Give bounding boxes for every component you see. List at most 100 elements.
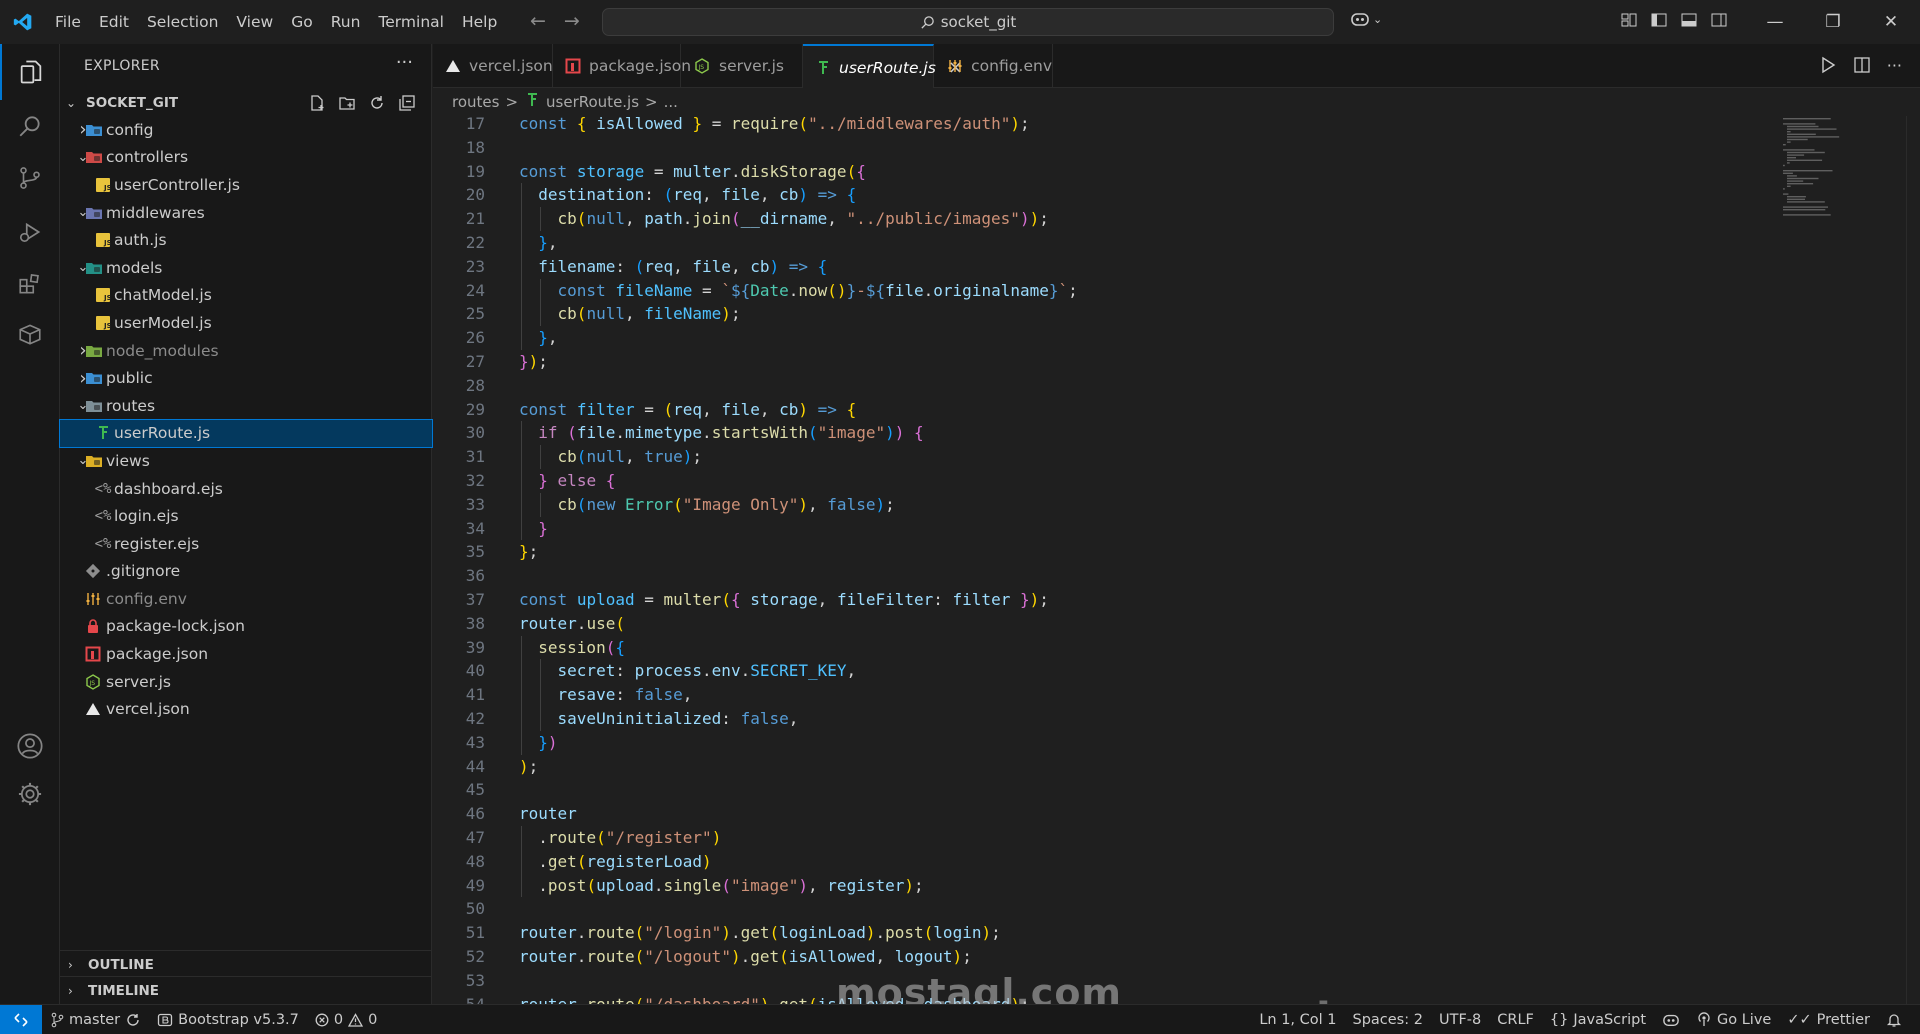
code-line[interactable]: .get(registerLoad) <box>519 850 711 874</box>
code-line[interactable]: cb(null, true); <box>519 445 703 469</box>
code-line[interactable]: router.route("/login").get(loginLoad).po… <box>519 921 1001 945</box>
forward-arrow-icon[interactable]: → <box>564 10 580 32</box>
remote-indicator-icon[interactable] <box>0 1004 42 1034</box>
end-of-line[interactable]: CRLF <box>1489 1012 1542 1028</box>
command-center-search[interactable]: socket_git <box>602 8 1334 36</box>
breadcrumb-folder[interactable]: routes <box>452 93 499 111</box>
timeline-section[interactable]: › TIMELINE <box>60 976 432 1004</box>
source-control-icon[interactable] <box>0 150 60 206</box>
tree-folder-public[interactable]: › public <box>60 364 432 392</box>
settings-gear-icon[interactable] <box>0 766 60 822</box>
restore-button[interactable]: ❐ <box>1804 0 1862 44</box>
menu-file[interactable]: File <box>46 13 90 31</box>
refresh-icon[interactable] <box>368 94 386 112</box>
tree-file-config-env[interactable]: config.env <box>60 585 432 613</box>
tree-file-dashboard-ejs[interactable]: <% dashboard.ejs <box>60 475 432 503</box>
tree-folder-views[interactable]: ⌄ views <box>60 447 432 475</box>
menu-go[interactable]: Go <box>282 13 322 31</box>
tree-folder-controllers[interactable]: ⌄ controllers <box>60 144 432 172</box>
code-editor[interactable]: 17 const { isAllowed } = require("../midd… <box>433 116 1920 1004</box>
tree-file-chatmodel-js[interactable]: JS chatModel.js <box>60 282 432 310</box>
menu-terminal[interactable]: Terminal <box>369 13 453 31</box>
tree-folder-routes[interactable]: ⌄ routes <box>60 392 432 420</box>
tree-file-login-ejs[interactable]: <% login.ejs <box>60 502 432 530</box>
collapse-all-icon[interactable] <box>398 94 416 112</box>
code-line[interactable]: .route("/register") <box>519 826 721 850</box>
code-line[interactable]: cb(null, fileName); <box>519 302 741 326</box>
cursor-position[interactable]: Ln 1, Col 1 <box>1251 1012 1344 1028</box>
sync-icon[interactable] <box>125 1012 141 1028</box>
split-editor-icon[interactable] <box>1853 56 1871 74</box>
tree-file-package-json[interactable]: package.json <box>60 640 432 668</box>
tree-folder-middlewares[interactable]: ⌄ middlewares <box>60 199 432 227</box>
toggle-primary-sidebar-icon[interactable] <box>1650 11 1668 29</box>
problems-indicator[interactable]: 0 0 <box>307 1012 385 1028</box>
code-line[interactable]: cb(null, path.join(__dirname, "../public… <box>519 207 1049 231</box>
git-branch[interactable]: master <box>42 1012 149 1028</box>
menu-run[interactable]: Run <box>322 13 370 31</box>
tree-file-userroute-js[interactable]: userRoute.js <box>59 418 433 449</box>
tree-file-register-ejs[interactable]: <% register.ejs <box>60 530 432 558</box>
code-line[interactable]: router.route("/logout").get(isAllowed, l… <box>519 945 972 969</box>
back-arrow-icon[interactable]: ← <box>530 10 546 32</box>
search-icon[interactable] <box>0 98 60 154</box>
notifications-bell-icon[interactable] <box>1878 1012 1910 1028</box>
code-line[interactable]: session({ <box>519 636 625 660</box>
encoding[interactable]: UTF-8 <box>1431 1012 1489 1028</box>
menu-view[interactable]: View <box>227 13 282 31</box>
code-line[interactable]: resave: false, <box>519 683 693 707</box>
code-line[interactable]: const { isAllowed } = require("../middle… <box>519 116 1030 136</box>
tab-userroute-js[interactable]: userRoute.js × <box>803 44 963 89</box>
code-line[interactable]: if (file.mimetype.startsWith("image")) { <box>519 421 923 445</box>
prettier-status[interactable]: ✓✓ Prettier <box>1779 1012 1878 1028</box>
tree-file-auth-js[interactable]: JS auth.js <box>60 226 432 254</box>
tree-file-vercel-json[interactable]: vercel.json <box>60 695 432 723</box>
new-file-icon[interactable] <box>308 94 326 112</box>
code-line[interactable]: }; <box>519 540 538 564</box>
breadcrumb-file[interactable]: userRoute.js <box>546 93 639 111</box>
code-line[interactable]: const storage = multer.diskStorage({ <box>519 160 866 184</box>
code-line[interactable]: ); <box>519 755 538 779</box>
minimize-button[interactable]: — <box>1746 0 1804 44</box>
breadcrumb-symbol[interactable]: ... <box>664 93 678 111</box>
language-mode[interactable]: {} JavaScript <box>1542 1012 1654 1028</box>
code-line[interactable]: router.use( <box>519 612 625 636</box>
code-line[interactable]: const fileName = `${Date.now()}-${file.o… <box>519 279 1078 303</box>
extensions-icon[interactable] <box>0 256 60 312</box>
tree-file-package-lock-json[interactable]: package-lock.json <box>60 613 432 641</box>
copilot-menu[interactable]: ⌄ <box>1350 10 1382 28</box>
run-debug-icon[interactable] <box>0 204 60 260</box>
code-line[interactable]: }); <box>519 350 548 374</box>
tree-file-server-js[interactable]: JS server.js <box>60 668 432 696</box>
tree-file-usercontroller-js[interactable]: JS userController.js <box>60 171 432 199</box>
customize-layout-icon[interactable] <box>1620 11 1638 29</box>
menu-edit[interactable]: Edit <box>90 13 138 31</box>
go-live-button[interactable]: Go Live <box>1688 1012 1779 1028</box>
code-line[interactable]: destination: (req, file, cb) => { <box>519 183 856 207</box>
more-actions-icon[interactable]: ··· <box>1887 56 1902 75</box>
minimap[interactable] <box>1783 116 1873 316</box>
code-line[interactable]: cb(new Error("Image Only"), false); <box>519 493 895 517</box>
code-line[interactable]: const upload = multer({ storage, fileFil… <box>519 588 1049 612</box>
tree-folder-node-modules[interactable]: › node_modules <box>60 337 432 365</box>
code-line[interactable]: saveUninitialized: false, <box>519 707 799 731</box>
toggle-secondary-sidebar-icon[interactable] <box>1710 11 1728 29</box>
code-line[interactable]: }, <box>519 231 557 255</box>
tree-folder-config[interactable]: › config <box>60 116 432 144</box>
new-folder-icon[interactable] <box>338 94 356 112</box>
outline-section[interactable]: › OUTLINE <box>60 950 432 978</box>
toggle-panel-icon[interactable] <box>1680 11 1698 29</box>
indentation[interactable]: Spaces: 2 <box>1345 1012 1431 1028</box>
menu-selection[interactable]: Selection <box>138 13 227 31</box>
tree-file-usermodel-js[interactable]: JS userModel.js <box>60 309 432 337</box>
tab-vercel-json[interactable]: vercel.json <box>433 44 553 88</box>
vertical-scrollbar[interactable] <box>1906 116 1920 1004</box>
more-actions-icon[interactable]: ··· <box>396 52 413 73</box>
code-line[interactable]: const filter = (req, file, cb) => { <box>519 398 856 422</box>
bootstrap-version[interactable]: Bootstrap v5.3.7 <box>149 1012 307 1028</box>
code-line[interactable]: } else { <box>519 469 615 493</box>
copilot-status-icon[interactable] <box>1654 1012 1688 1028</box>
run-file-icon[interactable] <box>1819 56 1837 74</box>
tab-config-env[interactable]: config.env <box>934 44 1053 88</box>
code-line[interactable]: } <box>519 517 548 541</box>
